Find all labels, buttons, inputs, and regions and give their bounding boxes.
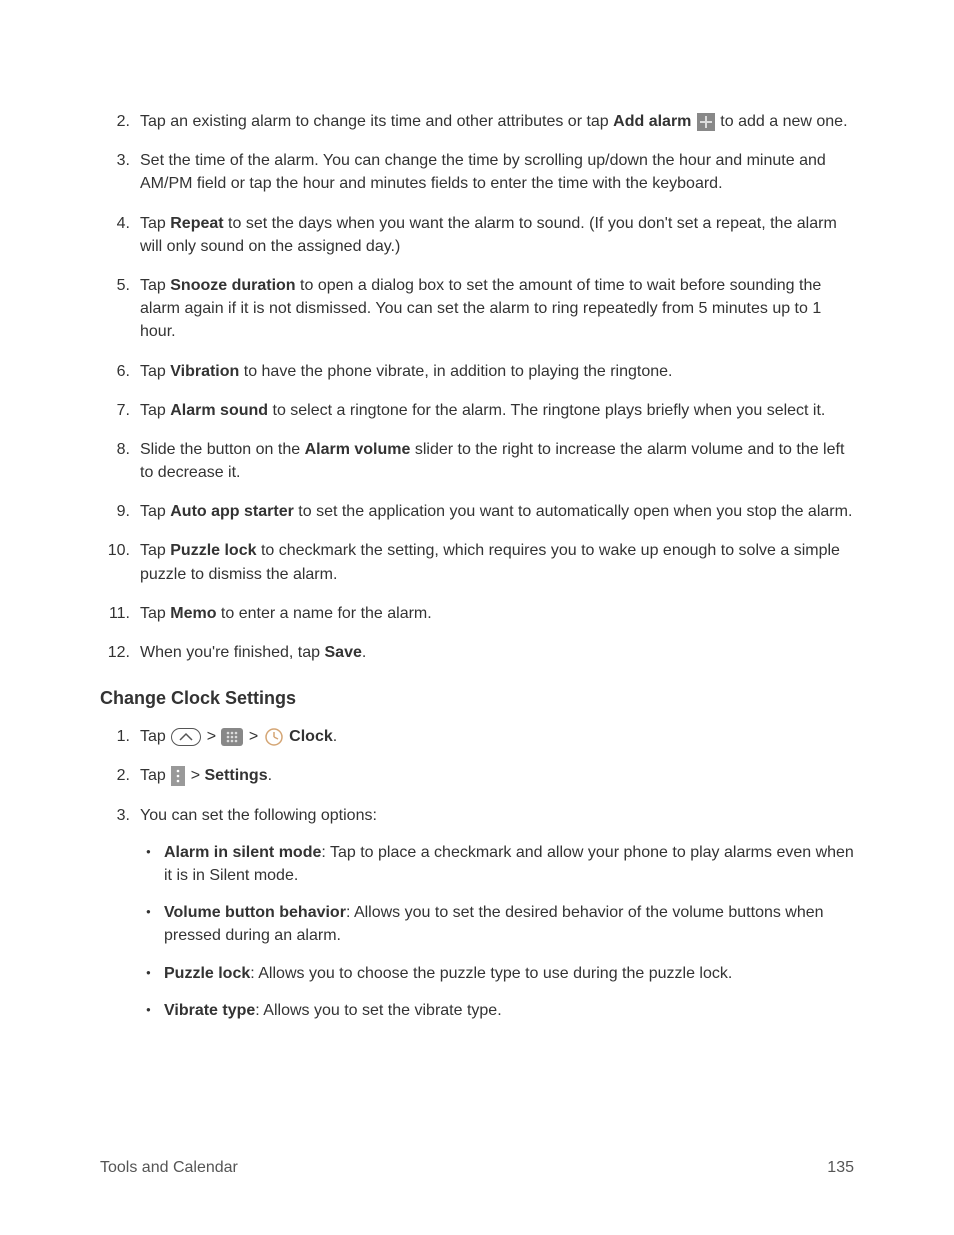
list-item: 9. Tap Auto app starter to set the appli… [100,500,854,523]
step-text-post: . [362,644,366,661]
step-text-pre: Tap [140,277,170,294]
item-number: 7. [100,399,130,422]
item-number: 8. [100,438,130,461]
list-item: 2. Tap > Settings. [100,764,854,787]
footer-section-name: Tools and Calendar [100,1159,238,1177]
item-number: 12. [100,641,130,664]
page-footer: Tools and Calendar 135 [100,1159,854,1177]
list-item: Vibrate type: Allows you to set the vibr… [140,999,854,1022]
step-text-pre: When you're finished, tap [140,644,325,661]
step-text-post: to set the days when you want the alarm … [140,215,837,255]
item-number: 10. [100,539,130,562]
step-text-pre: Tap [140,542,170,559]
home-icon [171,728,201,746]
step-text-post: to enter a name for the alarm. [216,605,431,622]
list-item: 4. Tap Repeat to set the days when you w… [100,212,854,258]
change-clock-settings-heading: Change Clock Settings [100,688,854,709]
page-content: 2. Tap an existing alarm to change its t… [0,0,954,1098]
step-text-pre: Tap [140,363,170,380]
item-number: 4. [100,212,130,235]
tap-text: Tap [140,767,170,784]
step-text-pre: Tap an existing alarm to change its time… [140,113,613,130]
bullet-text: : Allows you to choose the puzzle type t… [250,965,732,982]
list-item: Puzzle lock: Allows you to choose the pu… [140,962,854,985]
clock-icon [264,727,284,747]
separator-text: > [244,728,262,745]
list-item: 10. Tap Puzzle lock to checkmark the set… [100,539,854,585]
list-item: 5. Tap Snooze duration to open a dialog … [100,274,854,344]
item-number: 6. [100,360,130,383]
item-number: 5. [100,274,130,297]
list-item: Alarm in silent mode: Tap to place a che… [140,841,854,887]
bold-term: Alarm sound [170,402,268,419]
list-item: 8. Slide the button on the Alarm volume … [100,438,854,484]
list-item: 1. Tap > > Clock. [100,725,854,748]
separator-text: > [202,728,220,745]
item-number: 9. [100,500,130,523]
list-item: 3. Set the time of the alarm. You can ch… [100,149,854,195]
list-item: 3. You can set the following options: Al… [100,804,854,1022]
step-text-pre: Slide the button on the [140,441,305,458]
bold-term: Memo [170,605,216,622]
bold-term: Puzzle lock [170,542,256,559]
menu-dots-icon [171,766,185,786]
bullet-bold: Volume button behavior [164,904,346,921]
plus-icon [697,113,715,131]
bold-term: Add alarm [613,113,691,130]
tap-text: Tap [140,728,170,745]
list-item: 7. Tap Alarm sound to select a ringtone … [100,399,854,422]
item-number: 3. [100,149,130,172]
bullet-bold: Alarm in silent mode [164,844,321,861]
footer-page-number: 135 [827,1159,854,1177]
period: . [268,767,272,784]
step-text-post: to have the phone vibrate, in addition t… [239,363,672,380]
step-text-post: to add a new one. [716,113,848,130]
step-text-pre: Tap [140,605,170,622]
step-text: You can set the following options: [140,807,377,824]
item-number: 1. [100,725,130,748]
step-text-pre: Tap [140,402,170,419]
step-text: Set the time of the alarm. You can chang… [140,152,826,192]
clock-label: Clock [285,728,333,745]
bold-term: Snooze duration [170,277,295,294]
separator-text: > [186,767,204,784]
clock-settings-steps: 1. Tap > > Clock. 2. Tap > Settings. 3. [100,725,854,1022]
bullet-text: : Allows you to set the vibrate type. [255,1002,501,1019]
bold-term: Repeat [170,215,223,232]
list-item: 12. When you're finished, tap Save. [100,641,854,664]
numbered-steps-list: 2. Tap an existing alarm to change its t… [100,110,854,664]
list-item: 11. Tap Memo to enter a name for the ala… [100,602,854,625]
step-text-pre: Tap [140,215,170,232]
bold-term: Alarm volume [305,441,411,458]
item-number: 11. [100,602,130,625]
item-number: 3. [100,804,130,827]
apps-icon [221,728,243,746]
step-text-post: to select a ringtone for the alarm. The … [268,402,825,419]
period: . [333,728,337,745]
settings-label: Settings [204,767,267,784]
bold-term: Auto app starter [170,503,294,520]
bold-term: Vibration [170,363,239,380]
bullet-bold: Puzzle lock [164,965,250,982]
options-bullet-list: Alarm in silent mode: Tap to place a che… [140,841,854,1022]
bullet-bold: Vibrate type [164,1002,255,1019]
bold-term: Save [325,644,362,661]
step-text-pre: Tap [140,503,170,520]
list-item: 2. Tap an existing alarm to change its t… [100,110,854,133]
list-item: Volume button behavior: Allows you to se… [140,901,854,947]
step-text-post: to set the application you want to autom… [294,503,853,520]
item-number: 2. [100,110,130,133]
list-item: 6. Tap Vibration to have the phone vibra… [100,360,854,383]
item-number: 2. [100,764,130,787]
